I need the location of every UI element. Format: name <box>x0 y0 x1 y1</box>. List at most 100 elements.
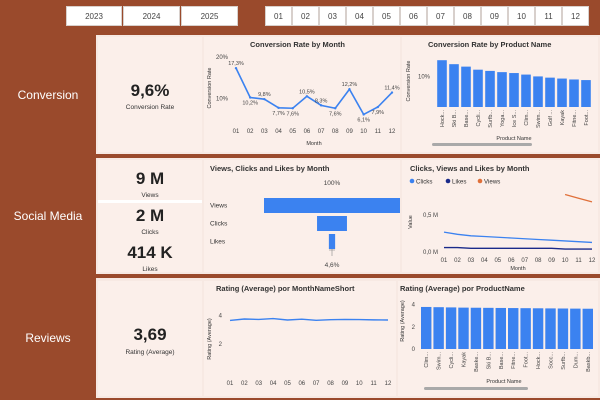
series-line <box>444 246 592 250</box>
scrollbar-thumb <box>424 387 528 390</box>
bar <box>532 308 544 349</box>
x-tick-label: Surfb... <box>561 352 567 370</box>
bar <box>545 308 556 349</box>
bar <box>483 307 494 349</box>
y-tick-label: 20% <box>216 55 229 61</box>
clicks-views-likes-chart[interactable]: Clicks, Views and Likes by Month Clicks L… <box>402 160 598 272</box>
x-tick-label: 06 <box>298 381 305 387</box>
x-tick-label: Foot... <box>584 110 590 126</box>
likes-label: Likes <box>142 266 158 273</box>
data-label: 4,6% <box>325 262 340 269</box>
month-slicer-12[interactable]: 12 <box>562 6 589 26</box>
cvl-svg: Clicks Likes Views Value 0,0 M 0,5 M 01 02 03 04 0… <box>408 178 596 273</box>
x-tick-label: Cycli... <box>449 352 455 369</box>
y-axis-label: Value <box>408 215 414 229</box>
bar <box>445 307 457 349</box>
data-point <box>234 66 238 70</box>
bar <box>545 77 555 107</box>
x-tick-label: 01 <box>441 258 448 264</box>
month-slicer-07[interactable]: 07 <box>427 6 454 26</box>
x-tick-label: 03 <box>261 129 268 135</box>
bar <box>509 73 519 107</box>
bar <box>421 306 432 349</box>
legend-marker <box>477 178 483 184</box>
x-tick-label: Baske... <box>474 352 480 372</box>
x-tick-label: Swim... <box>536 110 542 129</box>
x-tick-label: 07 <box>318 129 325 135</box>
funnel-bar <box>328 234 336 249</box>
category-label: Views <box>210 203 228 210</box>
month-slicer-05[interactable]: 05 <box>373 6 400 26</box>
data-point <box>362 113 365 116</box>
funnel-chart[interactable]: Views, Clicks and Likes by Month 100% Vie… <box>204 160 400 272</box>
rating-by-month-chart[interactable]: Rating (Average) por MonthNameShort Rati… <box>204 281 396 396</box>
bar <box>461 66 471 107</box>
month-slicer-06[interactable]: 06 <box>400 6 427 26</box>
data-point <box>277 106 280 110</box>
month-slicer-08[interactable]: 08 <box>454 6 481 26</box>
x-tick-label: 09 <box>342 381 349 387</box>
bar <box>458 307 469 349</box>
x-tick-label: Kayak <box>462 352 468 368</box>
clicks-value: 2 M <box>135 206 165 225</box>
x-tick-label: Hock... <box>440 110 446 128</box>
x-tick-label: Ski B... <box>486 352 492 370</box>
x-tick-label: Hock... <box>536 352 542 370</box>
month-slicer-11[interactable]: 11 <box>535 6 562 26</box>
x-tick-label: 03 <box>255 381 262 387</box>
bar <box>520 308 531 349</box>
x-tick-label: Clim... <box>524 110 530 126</box>
kpi-divider <box>98 200 202 203</box>
x-tick-label: Surfb... <box>488 110 494 128</box>
y-tick-label: 0 <box>412 347 416 353</box>
year-slicer-2023[interactable]: 2023 <box>66 6 122 26</box>
bar <box>570 308 581 349</box>
conversion-month-svg: Conversion Rate 10% 20%17,3% 01 10,2% 02 9,8% 0… <box>207 55 400 147</box>
x-tick-label: Fitne... <box>511 352 517 369</box>
conversion-kpi-card[interactable]: 9,6% Conversion Rate <box>98 37 202 152</box>
x-tick-label: Clim... <box>424 352 430 368</box>
bar <box>473 69 483 107</box>
rating-by-product-chart[interactable]: Rating (Average) por ProductName Rating … <box>398 281 598 396</box>
data-label: 7,6% <box>329 111 342 117</box>
month-slicer-04[interactable]: 04 <box>346 6 373 26</box>
year-slicer-2024[interactable]: 2024 <box>123 6 180 26</box>
bar <box>497 72 507 107</box>
x-tick-label: 07 <box>521 258 528 264</box>
legend-marker <box>409 178 415 184</box>
x-tick-label: 11 <box>375 129 382 135</box>
x-tick-label: 06 <box>304 129 311 135</box>
month-slicer-02[interactable]: 02 <box>292 6 319 26</box>
series-line <box>564 193 593 203</box>
data-label: 10,5% <box>299 89 315 95</box>
month-slicer-09[interactable]: 09 <box>481 6 508 26</box>
month-slicer-10[interactable]: 10 <box>508 6 535 26</box>
x-tick-label: 12 <box>385 381 392 387</box>
x-tick-label: 08 <box>332 129 339 135</box>
conversion-by-product-chart[interactable]: Conversion Rate by Product Name Conversi… <box>402 37 598 152</box>
bar <box>433 307 444 349</box>
x-tick-label: 10 <box>360 129 367 135</box>
conversion-product-svg: Conversion Rate 10% Hock... Ski B... Base...… <box>406 60 591 146</box>
social-kpi-cards[interactable]: 9 M Views 2 M Clicks 414 K Likes <box>98 160 202 273</box>
year-slicer-2025[interactable]: 2025 <box>181 6 238 26</box>
rating-kpi-card[interactable]: 3,69 Rating (Average) <box>98 281 202 396</box>
funnel-svg: 100% Views Clicks Likes 4,6% <box>210 180 400 269</box>
data-point <box>305 95 309 98</box>
data-point <box>390 91 394 94</box>
x-tick-label: 05 <box>494 258 501 264</box>
conversion-by-month-chart[interactable]: Conversion Rate by Month Conversion Rate… <box>204 37 400 152</box>
x-tick-label: Base... <box>464 110 470 128</box>
rating-product-svg: Rating (Average) 0 2 4 Clim... Swim... Cycli..… <box>400 300 593 390</box>
x-tick-label: 08 <box>535 258 542 264</box>
x-tick-label: 11 <box>575 258 582 264</box>
x-tick-label: 10 <box>356 381 363 387</box>
data-label: 7,6% <box>286 111 299 117</box>
x-tick-label: 08 <box>327 381 334 387</box>
month-slicer-01[interactable]: 01 <box>265 6 292 26</box>
y-tick-label: 2 <box>219 342 223 348</box>
funnel-bar <box>264 198 400 213</box>
data-label: 9,8% <box>258 92 271 98</box>
month-slicer-03[interactable]: 03 <box>319 6 346 26</box>
rating-month-svg: Rating (Average) 2 4 01 02 03 04 05 06 07 08 09 10 11… <box>207 313 392 387</box>
